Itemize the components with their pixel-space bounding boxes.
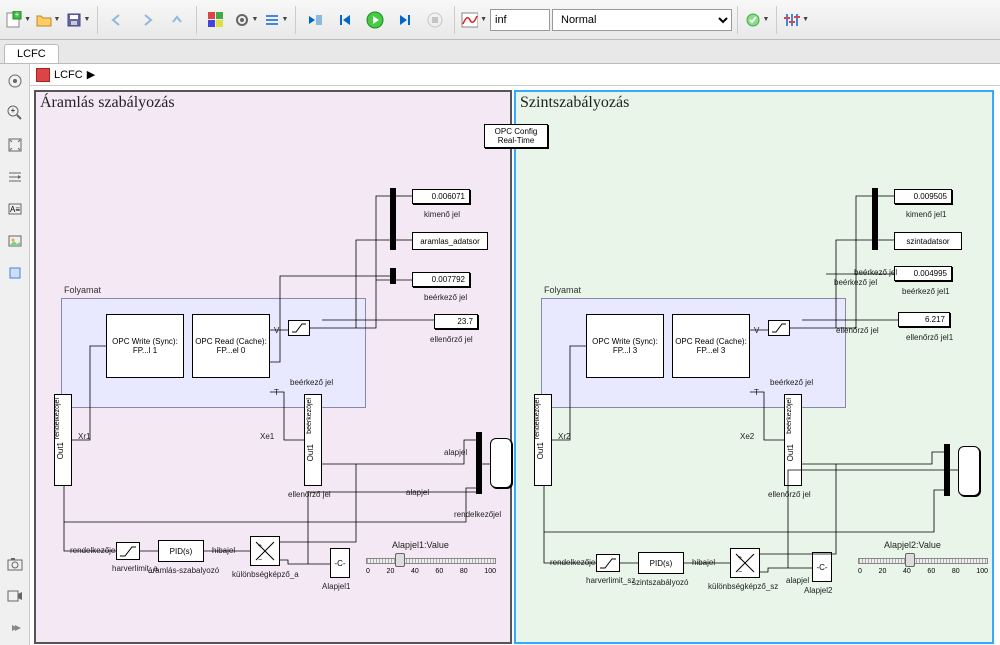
build-button[interactable]: ▼ bbox=[743, 6, 771, 34]
harver-level[interactable] bbox=[596, 554, 620, 572]
svg-text:A≡: A≡ bbox=[9, 205, 19, 214]
scope-flow[interactable] bbox=[490, 438, 512, 488]
disp-flow-chk[interactable]: 23.7 bbox=[434, 314, 478, 329]
mux-level1[interactable] bbox=[872, 188, 878, 250]
slider-level[interactable]: 020406080100 bbox=[858, 558, 988, 575]
signal-button[interactable]: ▼ bbox=[460, 6, 488, 34]
step-back-button[interactable] bbox=[301, 6, 329, 34]
pid-level[interactable]: PID(s) bbox=[638, 552, 684, 574]
opc-write-flow[interactable]: OPC Write (Sync): FP...l 1 bbox=[106, 314, 184, 378]
stop-button[interactable] bbox=[421, 6, 449, 34]
simulation-mode-select[interactable]: Normal bbox=[552, 9, 732, 31]
svg-text:+: + bbox=[738, 555, 742, 562]
disp-level-out[interactable]: 0.009505 bbox=[894, 189, 952, 204]
ws-aramlas[interactable]: aramlas_adatsor bbox=[412, 232, 488, 250]
opc-read-flow[interactable]: OPC Read (Cache): FP...el 0 bbox=[192, 314, 270, 378]
diff-flow[interactable]: +− bbox=[250, 536, 280, 566]
svg-text:+: + bbox=[10, 106, 15, 115]
const-level[interactable]: -C- bbox=[812, 552, 832, 582]
canvas[interactable]: OPC Config Real-Time Áramlás szabályozás… bbox=[30, 86, 1000, 645]
pid-flow[interactable]: PID(s) bbox=[158, 540, 204, 562]
disp-level-in[interactable]: 0.004995 bbox=[894, 266, 952, 281]
area-icon[interactable] bbox=[4, 262, 26, 284]
step-forward-button[interactable] bbox=[391, 6, 419, 34]
step-in-button[interactable] bbox=[331, 6, 359, 34]
back-button[interactable] bbox=[103, 6, 131, 34]
image-icon[interactable] bbox=[4, 230, 26, 252]
up-button[interactable] bbox=[163, 6, 191, 34]
target-icon[interactable] bbox=[4, 70, 26, 92]
open-button[interactable]: ▼ bbox=[34, 6, 62, 34]
stop-time-input[interactable] bbox=[490, 9, 550, 31]
level-panel: Szintszabályozás 0.009505 kimenő jel1 sz… bbox=[514, 90, 994, 644]
opc-read-level[interactable]: OPC Read (Cache): FP...el 3 bbox=[672, 314, 750, 378]
svg-text:−: − bbox=[738, 569, 742, 576]
diff-level[interactable]: +− bbox=[730, 548, 760, 578]
svg-text:−: − bbox=[258, 557, 262, 564]
zoom-in-icon[interactable]: + bbox=[4, 102, 26, 124]
run-button[interactable] bbox=[361, 6, 389, 34]
new-model-button[interactable]: +▼ bbox=[4, 6, 32, 34]
mux-flow2[interactable] bbox=[476, 432, 482, 494]
svg-text:+: + bbox=[258, 543, 262, 550]
record-icon[interactable] bbox=[4, 585, 26, 607]
sat-level[interactable] bbox=[768, 320, 790, 336]
scope-level[interactable] bbox=[958, 446, 980, 496]
disp-flow-out[interactable]: 0.006071 bbox=[412, 189, 470, 204]
svg-text:+: + bbox=[15, 11, 20, 19]
fit-icon[interactable] bbox=[4, 134, 26, 156]
disp-level-chk[interactable]: 6.217 bbox=[898, 312, 950, 327]
forward-button[interactable] bbox=[133, 6, 161, 34]
main-toolbar: +▼ ▼ ▼ ▼ ▼ ▼ Normal ▼ ▼ bbox=[0, 0, 1000, 40]
explorer-icon[interactable] bbox=[4, 166, 26, 188]
flow-title: Áramlás szabályozás bbox=[40, 94, 175, 112]
ws-szint[interactable]: szintadatsor bbox=[894, 232, 962, 250]
annotation-icon[interactable]: A≡ bbox=[4, 198, 26, 220]
opc-config-block[interactable]: OPC Config Real-Time bbox=[484, 124, 548, 148]
left-sidebar: + A≡ bbox=[0, 64, 30, 645]
library-button[interactable] bbox=[202, 6, 230, 34]
mux-level2[interactable] bbox=[944, 444, 950, 496]
slider-flow[interactable]: 020406080100 bbox=[366, 558, 496, 575]
harver-flow[interactable] bbox=[116, 542, 140, 560]
expand-icon[interactable] bbox=[4, 617, 26, 639]
chevron-right-icon: ▶ bbox=[87, 68, 95, 81]
breadcrumb: LCFC ▶ bbox=[30, 64, 1000, 86]
model-icon bbox=[36, 68, 50, 82]
mux-flow1[interactable] bbox=[390, 188, 396, 250]
camera-icon[interactable] bbox=[4, 553, 26, 575]
flow-panel: Áramlás szabályozás 0.006071 kimenő jel … bbox=[34, 90, 512, 644]
log-button[interactable]: ▼ bbox=[262, 6, 290, 34]
level-title: Szintszabályozás bbox=[520, 94, 629, 112]
save-button[interactable]: ▼ bbox=[64, 6, 92, 34]
term-flow[interactable] bbox=[390, 268, 396, 284]
opc-write-level[interactable]: OPC Write (Sync): FP...l 3 bbox=[586, 314, 664, 378]
disp-flow-in[interactable]: 0.007792 bbox=[412, 272, 470, 287]
tab-lcfc[interactable]: LCFC bbox=[4, 44, 59, 63]
tab-bar: LCFC bbox=[0, 40, 1000, 64]
settings-button[interactable]: ▼ bbox=[232, 6, 260, 34]
sat-flow[interactable] bbox=[288, 320, 310, 336]
breadcrumb-root[interactable]: LCFC bbox=[54, 69, 83, 81]
tune-button[interactable]: ▼ bbox=[782, 6, 810, 34]
const-flow[interactable]: -C- bbox=[330, 548, 350, 578]
